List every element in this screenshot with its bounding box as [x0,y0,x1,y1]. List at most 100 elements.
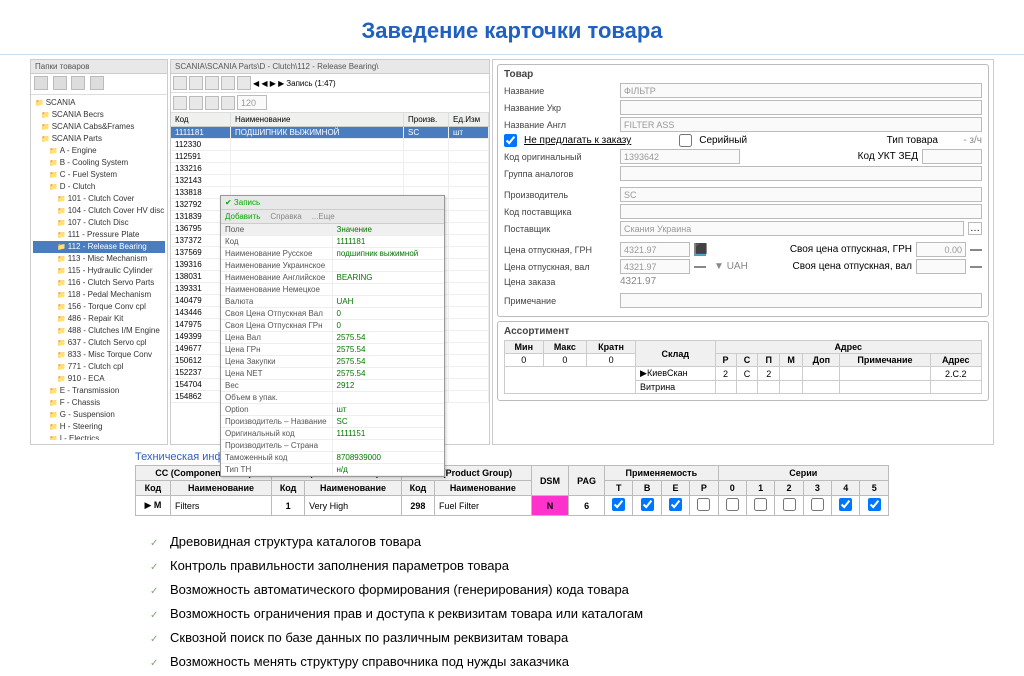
calc-button[interactable]: ⬛ [694,243,706,256]
col-mult[interactable]: Кратн [587,341,636,354]
table-row[interactable]: 133216 [171,163,489,175]
col-p[interactable]: П [758,354,780,367]
col-r[interactable]: Р [715,354,736,367]
tree-item[interactable]: 113 - Misc Mechanism [33,253,165,265]
property-row[interactable]: Цена NET2575.54 [221,368,444,380]
supplier-input[interactable] [620,221,964,236]
tree-item[interactable]: 637 - Clutch Servo cpl [33,337,165,349]
own-uah-input[interactable] [916,242,966,257]
property-row[interactable]: Цена Вал2575.54 [221,332,444,344]
calc-button[interactable] [970,266,982,268]
tree-item[interactable]: 115 - Hydraulic Cylinder [33,265,165,277]
max-value[interactable]: 0 [543,354,587,367]
property-row[interactable]: Своя Цена Отпускная Вал0 [221,308,444,320]
mult-value[interactable]: 0 [587,354,636,367]
analog-input[interactable] [620,166,982,181]
table-row[interactable]: 1111181ПОДШИПНИК ВЫЖИМНОЙSCшт [171,127,489,139]
tree-item[interactable]: H - Steering [33,421,165,433]
col-max[interactable]: Макс [543,341,587,354]
tree-item[interactable]: A - Engine [33,145,165,157]
check-5[interactable] [868,498,881,511]
name-en-input[interactable] [620,117,982,132]
toolbar-button[interactable] [71,76,85,90]
tree-item[interactable]: 771 - Clutch cpl [33,361,165,373]
tree-item[interactable]: G - Suspension [33,409,165,421]
tree-item[interactable]: E - Transmission [33,385,165,397]
toolbar-button[interactable] [205,96,219,110]
tree-item[interactable]: 486 - Repair Kit [33,313,165,325]
tree-item[interactable]: SCANIA Becrs [33,109,165,121]
property-row[interactable]: Тип ТНн/д [221,464,444,476]
check-0[interactable] [726,498,739,511]
folder-tree[interactable]: SCANIASCANIA BecrsSCANIA Cabs&FramesSCAN… [31,95,167,440]
tree-item[interactable]: 101 - Clutch Cover [33,193,165,205]
property-row[interactable]: Производитель – НазваниеSC [221,416,444,428]
save-action[interactable]: ✔ Запись [225,198,260,207]
check-p[interactable] [697,498,710,511]
serial-checkbox[interactable] [679,134,692,147]
property-row[interactable]: Optionшт [221,404,444,416]
tree-item[interactable]: 111 - Pressure Plate [33,229,165,241]
check-4[interactable] [839,498,852,511]
no-offer-checkbox[interactable] [504,134,517,147]
tree-item[interactable]: SCANIA Cabs&Frames [33,121,165,133]
col-code[interactable]: Код [171,113,231,126]
tree-item[interactable]: 107 - Clutch Disc [33,217,165,229]
col-note[interactable]: Примечание [840,354,930,367]
property-row[interactable]: Наименование Украинское [221,260,444,272]
tree-item[interactable]: 156 - Torque Conv cpl [33,301,165,313]
check-e[interactable] [669,498,682,511]
name-ua-input[interactable] [620,100,982,115]
property-row[interactable]: Наименование Русскоеподшипник выжимной [221,248,444,260]
toolbar-button[interactable] [189,96,203,110]
property-row[interactable]: Своя Цена Отпускная ГРн0 [221,320,444,332]
col-sklad[interactable]: Склад [636,341,715,367]
property-row[interactable]: Цена Закупки2575.54 [221,356,444,368]
table-row[interactable]: ▶ MFilters 1Very High 298Fuel Filter N6 [136,496,889,516]
mfr-input[interactable] [620,187,982,202]
check-2[interactable] [783,498,796,511]
tree-item[interactable]: D - Clutch [33,181,165,193]
property-row[interactable]: Объем в упак. [221,392,444,404]
check-3[interactable] [811,498,824,511]
calc-button[interactable] [694,266,706,268]
menu-add[interactable]: Добавить [225,212,260,221]
menu-help[interactable]: Справка [270,212,301,221]
property-row[interactable]: Код1111181 [221,236,444,248]
pager[interactable]: ◀ ◀ ▶ ▶ [253,79,284,88]
price-uah-input[interactable] [620,242,690,257]
toolbar-button[interactable] [34,76,48,90]
binoculars-icon[interactable] [221,76,235,90]
tree-item[interactable]: 488 - Clutches I/M Engine [33,325,165,337]
property-row[interactable]: Оригинальный код1111151 [221,428,444,440]
properties-body[interactable]: Код1111181Наименование Русскоеподшипник … [221,236,444,476]
menu-more[interactable]: ...Еще [312,212,335,221]
toolbar-button[interactable] [53,76,67,90]
table-row[interactable]: 112591 [171,151,489,163]
check-1[interactable] [754,498,767,511]
property-row[interactable]: Вес2912 [221,380,444,392]
tree-item[interactable]: 833 - Misc Torque Conv [33,349,165,361]
toolbar-button[interactable] [205,76,219,90]
tree-item[interactable]: 118 - Pedal Mechanism [33,289,165,301]
toolbar-button[interactable] [237,76,251,90]
property-row[interactable]: Наименование АнглийскоеBEARING [221,272,444,284]
toolbar-button[interactable] [173,96,187,110]
col-m[interactable]: М [780,354,803,367]
property-row[interactable]: Наименование Немецкое [221,284,444,296]
col-mfr[interactable]: Произв. [404,113,449,126]
price-val-input[interactable] [620,259,690,274]
property-row[interactable]: Производитель – Страна [221,440,444,452]
property-row[interactable]: Цена ГРн2575.54 [221,344,444,356]
toolbar-button[interactable] [221,96,235,110]
tree-item[interactable]: 104 - Clutch Cover HV disc [33,205,165,217]
property-row[interactable]: Таможенный код8708939000 [221,452,444,464]
toolbar-button[interactable] [189,76,203,90]
table-row[interactable]: 112330 [171,139,489,151]
tree-item[interactable]: I - Electrics [33,433,165,440]
property-row[interactable]: ВалютаUAH [221,296,444,308]
tree-item[interactable]: B - Cooling System [33,157,165,169]
min-value[interactable]: 0 [505,354,544,367]
name-input[interactable] [620,83,982,98]
toolbar-button[interactable] [173,76,187,90]
